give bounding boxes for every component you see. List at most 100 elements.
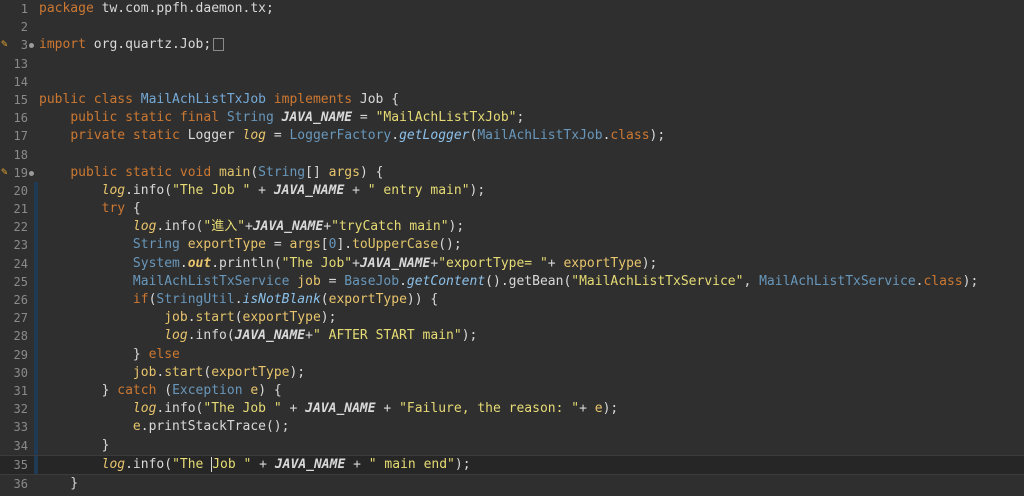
code-line[interactable]: 23 String exportType = args[0].toUpperCa…	[0, 236, 1024, 255]
code-line[interactable]: 20 log.info("The Job " + JAVA_NAME + " e…	[0, 181, 1024, 201]
code-text[interactable]: try {	[39, 200, 1024, 218]
code-line[interactable]: 17 private static Logger log = LoggerFac…	[0, 127, 1024, 145]
code-text[interactable]: private static Logger log = LoggerFactor…	[39, 127, 1024, 145]
code-line[interactable]: 28 log.info(JAVA_NAME+" AFTER START main…	[0, 327, 1024, 346]
collapsed-region-icon[interactable]	[213, 38, 225, 52]
code-text[interactable]: public class MailAchListTxJob implements…	[39, 91, 1024, 109]
code-token: }	[39, 475, 79, 491]
code-line[interactable]: 1 package tw.com.ppfh.daemon.tx;	[0, 0, 1024, 18]
code-line[interactable]: 34 }	[0, 436, 1024, 455]
code-line[interactable]: 16 public static final String JAVA_NAME …	[0, 109, 1024, 127]
code-token: [	[320, 237, 329, 253]
block-scope-bar	[34, 272, 38, 291]
fold-toggle-icon[interactable]	[29, 170, 34, 176]
code-text[interactable]: }	[39, 437, 1024, 455]
code-text[interactable]: job.start(exportType);	[39, 309, 1024, 327]
code-line[interactable]: 29 } else	[0, 345, 1024, 364]
code-token: JAVA_NAME	[234, 328, 306, 344]
code-token: ().getBean(	[485, 273, 572, 289]
code-line[interactable]: 15 public class MailAchListTxJob implemen…	[0, 91, 1024, 109]
code-text[interactable]: String exportType = args[0].toUpperCase(…	[39, 236, 1024, 254]
code-text[interactable]: public static final String JAVA_NAME = "…	[39, 109, 1024, 127]
code-text[interactable]: e.printStackTrace();	[39, 418, 1024, 436]
code-token: =	[266, 237, 290, 253]
code-text[interactable]: import org.quartz.Job;	[39, 36, 1024, 54]
code-token: log	[132, 219, 157, 235]
code-editor[interactable]: 1 package tw.com.ppfh.daemon.tx; 2 3 ✎ import…	[0, 0, 1024, 496]
block-scope-bar	[34, 291, 38, 310]
code-token: String	[132, 237, 188, 253]
code-line[interactable]: 21 try {	[0, 200, 1024, 219]
code-token: public static final	[70, 110, 227, 126]
marker-icon[interactable]: ✎	[1, 165, 11, 178]
code-line[interactable]: 18	[0, 146, 1024, 164]
code-text[interactable]: MailAchListTxService job = BaseJob.getCo…	[39, 273, 1024, 291]
block-scope-bar	[34, 218, 38, 237]
code-token: +	[250, 182, 274, 198]
block-scope-bar	[34, 363, 38, 382]
code-token: )) {	[406, 292, 439, 307]
code-token: JAVA_NAME	[281, 110, 353, 126]
code-text[interactable]: } else	[39, 346, 1024, 364]
code-token: (	[250, 164, 259, 180]
code-line[interactable]: 31 } catch (Exception e) {	[0, 381, 1024, 401]
line-number: 2	[20, 20, 28, 35]
code-token: }	[39, 382, 118, 398]
code-text[interactable]: log.info("The Job " + JAVA_NAME + " entr…	[39, 182, 1024, 200]
code-text[interactable]: }	[39, 475, 1024, 493]
code-token: log	[164, 328, 188, 344]
marker-icon[interactable]: ✎	[1, 38, 11, 50]
code-text[interactable]: job.start(exportType);	[39, 364, 1024, 382]
code-token: MailAchListTxService	[132, 273, 298, 289]
code-token: +	[352, 255, 360, 271]
code-line[interactable]: 35 log.info("The Job " + JAVA_NAME + " m…	[0, 454, 1024, 475]
code-text[interactable]: log.info("The Job " + JAVA_NAME + " main…	[39, 456, 1024, 474]
code-line[interactable]: 14	[0, 73, 1024, 91]
line-number: 16	[13, 111, 28, 126]
code-line[interactable]: 19 ✎ public static void main(String[] arg…	[0, 164, 1024, 182]
code-token: class	[610, 128, 650, 144]
fold-toggle-icon[interactable]	[29, 43, 34, 49]
code-token: String	[258, 164, 306, 180]
code-token: =	[352, 110, 376, 126]
code-line[interactable]: 2	[0, 18, 1024, 36]
code-token: args	[289, 237, 321, 253]
code-token: ;	[516, 110, 525, 126]
code-text[interactable]: if(StringUtil.isNotBlank(exportType)) {	[39, 291, 1024, 309]
code-token: "The	[172, 456, 212, 472]
code-line[interactable]: 22 log.info("進入"+JAVA_NAME+"tryCatch mai…	[0, 218, 1024, 237]
line-number: 21	[13, 202, 28, 217]
code-token: "The Job"	[281, 255, 353, 271]
code-line[interactable]: 3 ✎ import org.quartz.Job;	[0, 36, 1024, 54]
code-text[interactable]: System.out.println("The Job"+JAVA_NAME+"…	[39, 255, 1024, 273]
code-text[interactable]: package tw.com.ppfh.daemon.tx;	[39, 0, 1024, 18]
code-text[interactable]: log.info("The Job " + JAVA_NAME + "Failu…	[39, 400, 1024, 418]
code-token: );	[469, 182, 486, 198]
code-text[interactable]: log.info(JAVA_NAME+" AFTER START main");	[39, 327, 1024, 345]
code-text[interactable]: } catch (Exception e) {	[39, 382, 1024, 400]
code-line[interactable]: 36 }	[0, 475, 1024, 493]
code-text[interactable]: public static void main(String[] args) {	[39, 164, 1024, 182]
code-line[interactable]: 26 if(StringUtil.isNotBlank(exportType))…	[0, 291, 1024, 310]
code-line[interactable]: 13	[0, 55, 1024, 73]
code-token: JAVA_NAME	[359, 255, 431, 271]
code-line[interactable]: 32 log.info("The Job " + JAVA_NAME + "Fa…	[0, 400, 1024, 419]
line-number: 1	[20, 2, 28, 16]
code-line[interactable]: 25 MailAchListTxService job = BaseJob.ge…	[0, 272, 1024, 291]
code-line[interactable]: 24 System.out.println("The Job"+JAVA_NAM…	[0, 254, 1024, 273]
code-line[interactable]: 30 job.start(exportType);	[0, 363, 1024, 382]
code-token: class	[923, 273, 963, 289]
code-text[interactable]: log.info("進入"+JAVA_NAME+"tryCatch main")…	[39, 218, 1024, 236]
code-line[interactable]: 27 job.start(exportType);	[0, 309, 1024, 328]
code-token: ) {	[258, 382, 282, 398]
code-lines[interactable]: 1 package tw.com.ppfh.daemon.tx; 2 3 ✎ import…	[0, 0, 1024, 493]
code-token: exportType	[563, 255, 642, 271]
code-line[interactable]: 33 e.printStackTrace();	[0, 418, 1024, 437]
code-token: exportType	[328, 292, 407, 307]
line-number: 31	[13, 383, 28, 398]
code-token: +	[323, 219, 332, 235]
code-token: "MailAchListTxService"	[571, 273, 744, 289]
